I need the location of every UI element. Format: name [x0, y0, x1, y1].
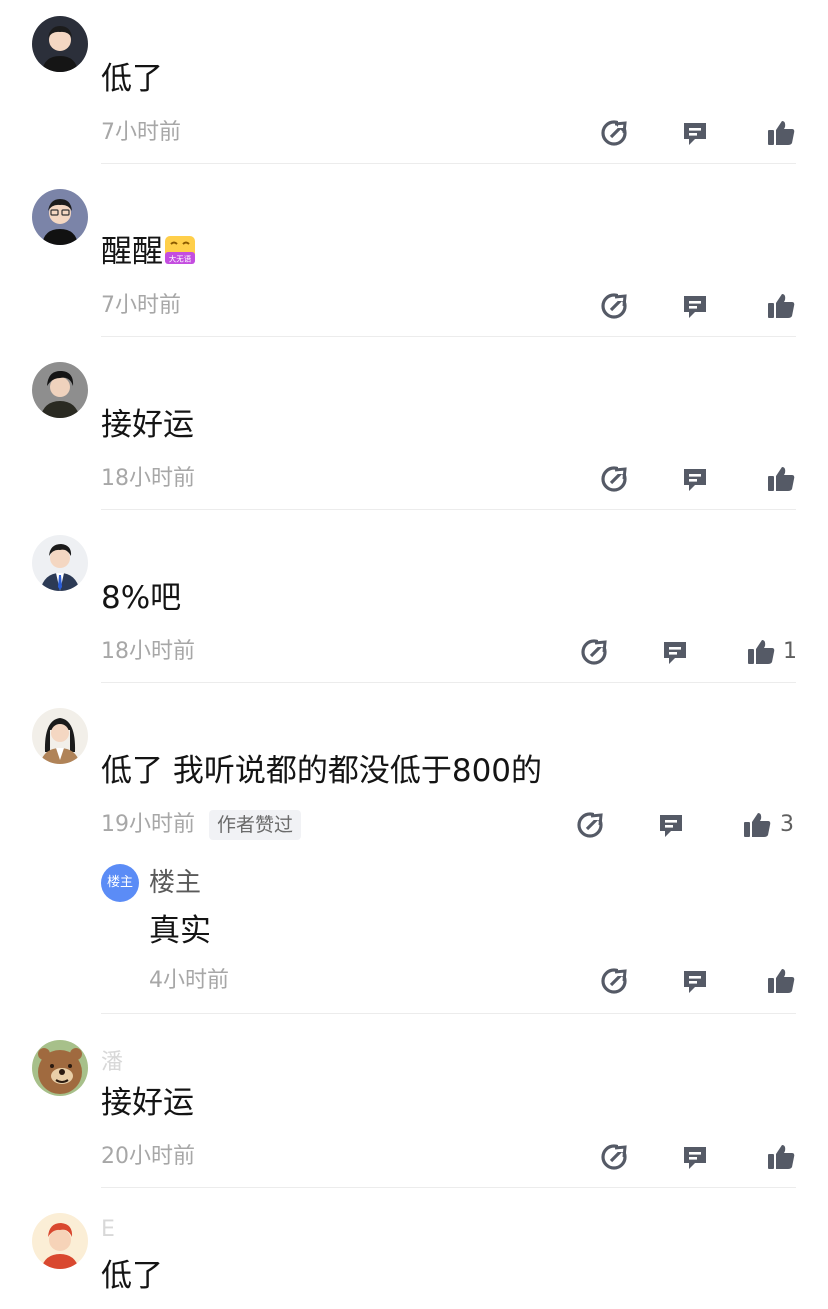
comment-time-text: 18小时前	[101, 466, 195, 491]
user-avatar[interactable]	[32, 189, 88, 245]
username[interactable]: 潘	[101, 1044, 123, 1076]
comment-bubble-icon[interactable]	[680, 291, 710, 321]
comment-text: 低了	[101, 61, 163, 97]
share-arrow-icon[interactable]	[600, 291, 630, 321]
reply-text: 真实	[149, 913, 211, 949]
comment-divider	[101, 1013, 796, 1014]
comment-divider	[101, 163, 796, 164]
share-arrow-icon[interactable]	[600, 966, 630, 996]
comment-time: 19小时前 作者赞过	[101, 810, 302, 840]
user-avatar[interactable]	[32, 16, 88, 72]
op-avatar[interactable]: 楼主	[101, 864, 139, 902]
comment-bubble-icon[interactable]	[660, 637, 690, 667]
comment-divider	[101, 682, 796, 683]
comment-time: 7小时前	[101, 291, 181, 321]
thumbs-up-icon[interactable]	[766, 1142, 796, 1172]
speechless-sticker-icon: 大无语	[164, 234, 196, 266]
comment-time: 7小时前	[101, 118, 181, 148]
user-avatar[interactable]	[32, 535, 88, 591]
share-arrow-icon[interactable]	[600, 464, 630, 494]
comment-text: 低了	[101, 1258, 163, 1294]
comment-time: 18小时前	[101, 637, 195, 667]
comment-bubble-icon[interactable]	[680, 966, 710, 996]
thumbs-up-icon[interactable]	[742, 810, 772, 840]
comment-bubble-icon[interactable]	[680, 1142, 710, 1172]
thumbs-up-icon[interactable]	[766, 966, 796, 996]
thumbs-up-icon[interactable]	[746, 637, 776, 667]
comment-bubble-icon[interactable]	[680, 118, 710, 148]
comment-time: 20小时前	[101, 1142, 195, 1172]
comment-time-text: 20小时前	[101, 1144, 195, 1169]
user-avatar[interactable]	[32, 708, 88, 764]
comment-text-body: 醒醒	[101, 234, 163, 270]
thumbs-up-icon[interactable]	[766, 118, 796, 148]
bear-avatar[interactable]	[32, 1040, 88, 1096]
user-avatar[interactable]	[32, 1213, 88, 1269]
reply-time: 4小时前	[149, 968, 229, 993]
comment-time-text: 7小时前	[101, 293, 181, 318]
comment-time: 18小时前	[101, 464, 195, 494]
comment-text: 低了 我听说都的都没低于800的	[101, 753, 543, 789]
comment-divider	[101, 336, 796, 337]
username[interactable]: E	[101, 1217, 115, 1242]
user-avatar[interactable]	[32, 362, 88, 418]
author-liked-badge: 作者赞过	[209, 810, 302, 840]
thumbs-up-icon[interactable]	[766, 291, 796, 321]
comment-text: 接好运	[101, 1085, 194, 1121]
comment-text: 8%吧	[101, 580, 182, 616]
like-count: 1	[783, 639, 797, 664]
share-arrow-icon[interactable]	[600, 1142, 630, 1172]
comment-divider	[101, 1187, 796, 1188]
thumbs-up-icon[interactable]	[766, 464, 796, 494]
like-count: 3	[780, 812, 794, 837]
comment-time-text: 19小时前	[101, 812, 195, 837]
comment-text: 接好运	[101, 407, 194, 443]
comment-time-text: 7小时前	[101, 120, 181, 145]
comment-divider	[101, 509, 796, 510]
sticker-label: 大无语	[169, 254, 192, 264]
comment-text: 醒醒 大无语	[101, 231, 196, 273]
comment-bubble-icon[interactable]	[680, 464, 710, 494]
share-arrow-icon[interactable]	[580, 637, 610, 667]
comment-bubble-icon[interactable]	[656, 810, 686, 840]
share-arrow-icon[interactable]	[576, 810, 606, 840]
reply-username[interactable]: 楼主	[149, 865, 201, 901]
comment-time-text: 18小时前	[101, 639, 195, 664]
share-arrow-icon[interactable]	[600, 118, 630, 148]
